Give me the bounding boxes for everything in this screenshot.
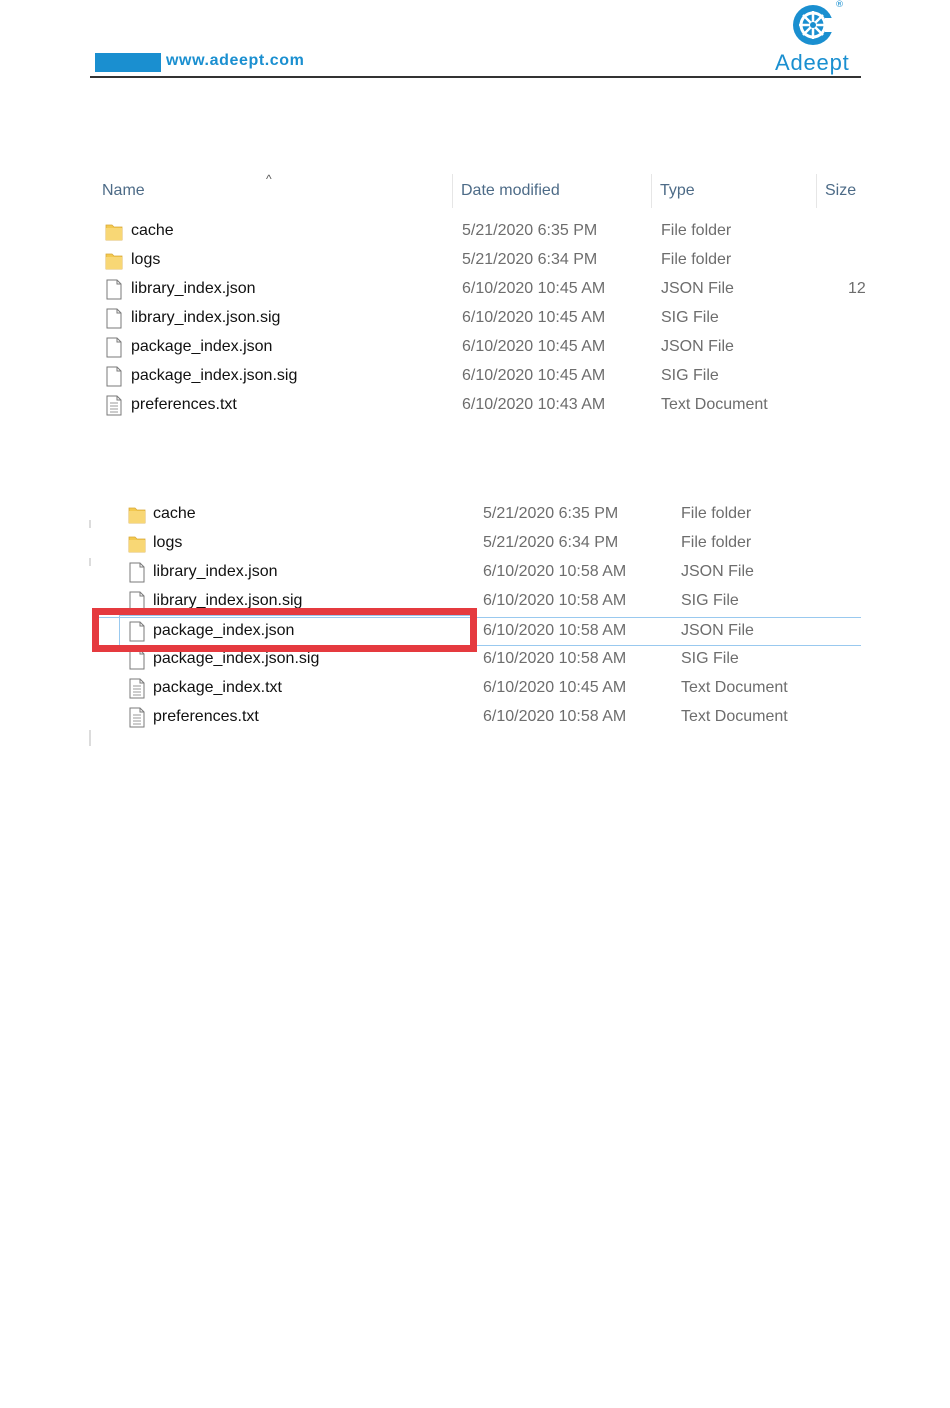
file-row[interactable]: cache 5/21/2020 6:35 PM File folder bbox=[95, 218, 861, 247]
file-date: 6/10/2020 10:58 AM bbox=[483, 622, 627, 639]
header-accent-bar bbox=[95, 53, 161, 72]
column-header-name[interactable]: Name bbox=[102, 182, 145, 200]
file-type: SIG File bbox=[681, 592, 739, 609]
file-name: preferences.txt bbox=[153, 708, 259, 725]
file-icon bbox=[105, 279, 123, 300]
file-date: 6/10/2020 10:58 AM bbox=[483, 650, 627, 667]
file-date: 6/10/2020 10:43 AM bbox=[462, 396, 606, 413]
file-name: package_index.json bbox=[131, 338, 273, 355]
file-type: SIG File bbox=[661, 367, 719, 384]
file-name: logs bbox=[131, 251, 161, 268]
column-header-size[interactable]: Size bbox=[825, 182, 856, 200]
file-icon bbox=[128, 562, 146, 583]
file-type: JSON File bbox=[681, 622, 754, 639]
file-type: SIG File bbox=[661, 309, 719, 326]
highlight-box bbox=[92, 608, 477, 652]
column-header-type[interactable]: Type bbox=[660, 182, 695, 200]
file-name: library_index.json.sig bbox=[131, 309, 281, 326]
ship-wheel-icon bbox=[793, 5, 835, 45]
file-date: 6/10/2020 10:45 AM bbox=[483, 679, 627, 696]
folder-icon bbox=[128, 533, 146, 554]
registered-mark-icon: ® bbox=[835, 0, 844, 10]
file-date: 6/10/2020 10:58 AM bbox=[483, 708, 627, 725]
file-name: cache bbox=[131, 222, 174, 239]
file-name: package_index.json.sig bbox=[153, 650, 320, 667]
file-type: Text Document bbox=[681, 679, 788, 696]
column-header-date[interactable]: Date modified bbox=[461, 182, 560, 200]
file-row[interactable]: library_index.json 6/10/2020 10:58 AM JSON… bbox=[95, 559, 861, 588]
file-name: preferences.txt bbox=[131, 396, 237, 413]
website-url[interactable]: www.adeept.com bbox=[166, 52, 305, 70]
file-row[interactable]: logs 5/21/2020 6:34 PM File folder bbox=[95, 530, 861, 559]
file-icon bbox=[105, 337, 123, 358]
column-divider[interactable] bbox=[651, 174, 652, 208]
file-name: library_index.json bbox=[131, 280, 256, 297]
file-row[interactable]: package_index.json 6/10/2020 10:45 AM JSON… bbox=[95, 334, 861, 363]
folder-icon bbox=[128, 504, 146, 525]
text-file-icon bbox=[105, 395, 123, 416]
edge-tick bbox=[89, 730, 91, 746]
file-date: 6/10/2020 10:58 AM bbox=[483, 592, 627, 609]
brand-name: Adeept bbox=[775, 50, 850, 75]
file-type: File folder bbox=[681, 505, 752, 522]
file-row[interactable]: library_index.json 6/10/2020 10:45 AM JSON… bbox=[95, 276, 866, 305]
file-row[interactable]: logs 5/21/2020 6:34 PM File folder bbox=[95, 247, 861, 276]
file-date: 6/10/2020 10:45 AM bbox=[462, 309, 606, 326]
file-name: package_index.json.sig bbox=[131, 367, 298, 384]
file-date: 6/10/2020 10:45 AM bbox=[462, 280, 606, 297]
file-type: File folder bbox=[681, 534, 752, 551]
file-type: SIG File bbox=[681, 650, 739, 667]
file-type: JSON File bbox=[661, 280, 734, 297]
file-icon bbox=[105, 308, 123, 329]
file-icon bbox=[105, 366, 123, 387]
file-date: 6/10/2020 10:45 AM bbox=[462, 338, 606, 355]
file-size: 12 bbox=[848, 280, 866, 297]
file-name: cache bbox=[153, 505, 196, 522]
file-date: 6/10/2020 10:45 AM bbox=[462, 367, 606, 384]
file-row[interactable]: cache 5/21/2020 6:35 PM File folder bbox=[95, 501, 861, 530]
file-row[interactable]: preferences.txt 6/10/2020 10:58 AM Text Do… bbox=[95, 704, 861, 733]
file-type: File folder bbox=[661, 222, 732, 239]
column-divider[interactable] bbox=[452, 174, 453, 208]
file-date: 5/21/2020 6:35 PM bbox=[462, 222, 598, 239]
file-name: logs bbox=[153, 534, 183, 551]
text-file-icon bbox=[128, 678, 146, 699]
folder-icon bbox=[105, 250, 123, 271]
folder-icon bbox=[105, 221, 123, 242]
file-type: JSON File bbox=[681, 563, 754, 580]
file-type: File folder bbox=[661, 251, 732, 268]
file-type: JSON File bbox=[661, 338, 734, 355]
file-name: library_index.json bbox=[153, 563, 278, 580]
file-row[interactable]: package_index.json.sig 6/10/2020 10:45 AM… bbox=[95, 363, 861, 392]
sort-ascending-icon[interactable]: ^ bbox=[266, 172, 272, 186]
file-date: 6/10/2020 10:58 AM bbox=[483, 563, 627, 580]
file-list-before: ^ Name Date modified Type Size cache 5/21… bbox=[95, 170, 866, 425]
file-date: 5/21/2020 6:35 PM bbox=[483, 505, 619, 522]
brand-logo: ® Adeept bbox=[770, 0, 865, 78]
file-row[interactable]: preferences.txt 6/10/2020 10:43 AM Text Do… bbox=[95, 392, 861, 421]
edge-tick bbox=[89, 520, 91, 528]
text-file-icon bbox=[128, 707, 146, 728]
file-row[interactable]: package_index.txt 6/10/2020 10:45 AM Text … bbox=[95, 675, 861, 704]
column-divider[interactable] bbox=[816, 174, 817, 208]
file-type: Text Document bbox=[661, 396, 768, 413]
file-date: 5/21/2020 6:34 PM bbox=[483, 534, 619, 551]
edge-tick bbox=[89, 558, 91, 566]
file-type: Text Document bbox=[681, 708, 788, 725]
header-rule bbox=[90, 76, 861, 78]
file-row[interactable]: library_index.json.sig 6/10/2020 10:45 AM… bbox=[95, 305, 861, 334]
file-icon bbox=[128, 649, 146, 670]
file-date: 5/21/2020 6:34 PM bbox=[462, 251, 598, 268]
file-name: package_index.txt bbox=[153, 679, 282, 696]
